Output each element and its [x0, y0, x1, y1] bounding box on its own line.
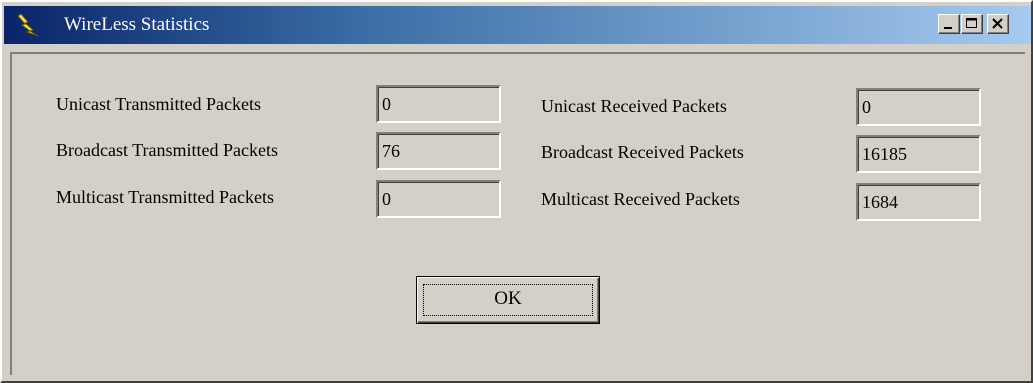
- multicast-received-value: 1684: [856, 183, 981, 221]
- wireless-statistics-window: WireLess Statistics Unicast Transmitted …: [0, 0, 1033, 383]
- broadcast-received-value: 16185: [856, 135, 981, 173]
- unicast-transmitted-label: Unicast Transmitted Packets: [56, 94, 261, 114]
- broadcast-transmitted-value: 76: [376, 132, 501, 170]
- broadcast-transmitted-label: Broadcast Transmitted Packets: [56, 140, 278, 160]
- broadcast-received-label: Broadcast Received Packets: [541, 142, 744, 162]
- multicast-transmitted-label: Multicast Transmitted Packets: [56, 187, 274, 207]
- title-bar[interactable]: WireLess Statistics: [4, 6, 1031, 44]
- lightning-bolt-icon: [16, 13, 40, 37]
- unicast-received-value: 0: [856, 88, 981, 126]
- window-title: WireLess Statistics: [64, 14, 210, 35]
- multicast-received-label: Multicast Received Packets: [541, 189, 740, 209]
- unicast-transmitted-value: 0: [376, 85, 501, 123]
- close-button[interactable]: [987, 14, 1009, 34]
- minimize-icon: [944, 27, 952, 29]
- maximize-button[interactable]: [961, 14, 983, 34]
- minimize-button[interactable]: [938, 14, 960, 34]
- multicast-transmitted-value: 0: [376, 180, 501, 218]
- ok-button-label: OK: [494, 288, 522, 309]
- ok-button[interactable]: OK: [416, 276, 600, 324]
- unicast-received-label: Unicast Received Packets: [541, 96, 727, 116]
- close-icon: [992, 18, 1003, 29]
- maximize-icon: [966, 18, 977, 28]
- dialog-client-area: Unicast Transmitted Packets 0 Broadcast …: [10, 52, 1025, 375]
